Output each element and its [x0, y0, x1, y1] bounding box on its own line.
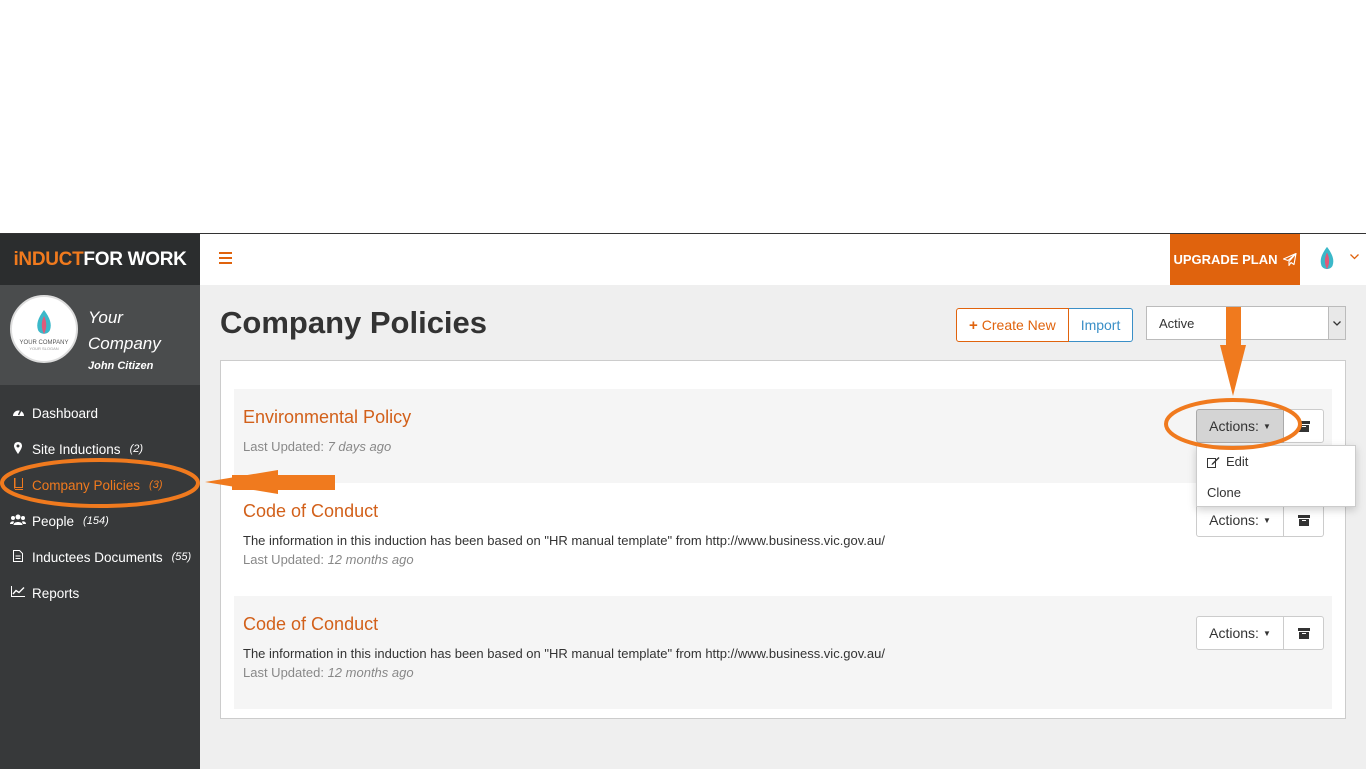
topbar: UPGRADE PLAN	[200, 234, 1366, 285]
users-icon	[10, 514, 26, 528]
page-title: Company Policies	[220, 305, 488, 340]
sidebar-item-company-policies[interactable]: Company Policies (3)	[0, 467, 200, 503]
archive-button[interactable]	[1284, 409, 1324, 443]
archive-button[interactable]	[1284, 503, 1324, 537]
create-new-label: Create New	[981, 317, 1056, 333]
sidebar-item-label: Dashboard	[32, 405, 99, 421]
chevron-down-icon[interactable]	[1350, 252, 1359, 263]
sidebar: iNDUCT FOR WORK YOUR COMPANY YOUR SLOGAN …	[0, 234, 200, 769]
header-button-group: + Create New Import	[956, 308, 1134, 342]
company-logo-icon	[1320, 246, 1334, 270]
sidebar-item-people[interactable]: People (154)	[0, 503, 200, 539]
user-avatar[interactable]	[1310, 242, 1344, 276]
actions-label: Actions:	[1209, 512, 1259, 528]
chart-line-icon	[10, 586, 26, 600]
caret-down-icon: ▼	[1262, 515, 1271, 525]
sidebar-item-label: Inductees Documents	[32, 549, 163, 565]
sidebar-nav: Dashboard Site Inductions (2) Company Po…	[0, 385, 200, 611]
import-label: Import	[1080, 317, 1121, 333]
row-actions: Actions: ▼	[1196, 503, 1324, 537]
row-actions: Actions: ▼	[1196, 409, 1324, 443]
updated-prefix: Last Updated:	[243, 439, 324, 454]
brand-part2: FOR WORK	[83, 248, 187, 270]
policy-updated: Last Updated: 7 days ago	[243, 439, 391, 454]
map-pin-icon	[10, 441, 26, 457]
sidebar-item-inductees-documents[interactable]: Inductees Documents (55)	[0, 539, 200, 575]
edit-icon	[1207, 456, 1220, 468]
updated-value: 12 months ago	[327, 665, 414, 680]
list-item: Environmental Policy Last Updated: 7 day…	[234, 389, 1332, 483]
create-new-button[interactable]: + Create New	[956, 308, 1069, 342]
sidebar-item-label: Reports	[32, 585, 80, 601]
sidebar-item-reports[interactable]: Reports	[0, 575, 200, 611]
caret-down-icon: ▼	[1262, 421, 1271, 431]
sidebar-item-label: Site Inductions	[32, 441, 121, 457]
company-avatar[interactable]: YOUR COMPANY YOUR SLOGAN	[10, 295, 78, 363]
archive-icon	[1297, 627, 1310, 639]
app-window: iNDUCT FOR WORK YOUR COMPANY YOUR SLOGAN …	[0, 233, 1366, 769]
actions-dropdown-button[interactable]: Actions: ▼	[1196, 409, 1284, 443]
status-filter-select[interactable]: Active	[1146, 306, 1346, 340]
archive-button[interactable]	[1284, 616, 1324, 650]
policy-updated: Last Updated: 12 months ago	[243, 552, 414, 567]
brand-part1: iNDUCT	[13, 248, 84, 270]
caret-down-icon: ▼	[1262, 628, 1271, 638]
profile-panel: YOUR COMPANY YOUR SLOGAN Your Company Jo…	[0, 285, 200, 385]
dropdown-item-clone[interactable]: Clone	[1197, 477, 1355, 508]
main-content: Company Policies + Create New Import Act…	[200, 285, 1366, 769]
updated-prefix: Last Updated:	[243, 665, 324, 680]
edit-label: Edit	[1226, 454, 1249, 469]
brand-logo[interactable]: iNDUCT FOR WORK	[0, 234, 200, 285]
policy-description: The information in this induction has be…	[243, 646, 885, 661]
policy-description: The information in this induction has be…	[243, 533, 885, 548]
list-item: Code of Conduct The information in this …	[234, 596, 1332, 709]
chevron-down-icon	[1328, 307, 1345, 339]
sidebar-item-count: (55)	[171, 551, 192, 563]
list-item: Code of Conduct The information in this …	[234, 483, 1332, 596]
sidebar-item-label: Company Policies	[32, 477, 141, 493]
sidebar-item-label: People	[32, 513, 75, 529]
document-icon	[10, 549, 26, 565]
dropdown-item-edit[interactable]: Edit	[1197, 446, 1355, 477]
actions-dropdown-button[interactable]: Actions: ▼	[1196, 503, 1284, 537]
sidebar-item-dashboard[interactable]: Dashboard	[0, 395, 200, 431]
archive-icon	[1297, 514, 1310, 526]
archive-icon	[1297, 420, 1310, 432]
avatar-slogan-text: YOUR SLOGAN	[29, 345, 59, 351]
company-name: Your Company	[88, 305, 161, 357]
upgrade-plan-label: UPGRADE PLAN	[1173, 252, 1278, 267]
policy-title[interactable]: Code of Conduct	[243, 501, 378, 522]
row-actions: Actions: ▼	[1196, 616, 1324, 650]
actions-dropdown-button[interactable]: Actions: ▼	[1196, 616, 1284, 650]
status-filter-value: Active	[1159, 315, 1195, 331]
upgrade-plan-button[interactable]: UPGRADE PLAN	[1170, 234, 1300, 285]
policy-updated: Last Updated: 12 months ago	[243, 665, 414, 680]
book-icon	[10, 477, 26, 493]
updated-value: 12 months ago	[327, 552, 414, 567]
policy-title[interactable]: Environmental Policy	[243, 407, 411, 428]
updated-prefix: Last Updated:	[243, 552, 324, 567]
import-button[interactable]: Import	[1068, 308, 1134, 342]
hamburger-menu-icon[interactable]	[219, 252, 232, 264]
paper-plane-icon	[1282, 253, 1297, 266]
actions-label: Actions:	[1209, 418, 1259, 434]
user-name: John Citizen	[88, 360, 154, 372]
updated-value: 7 days ago	[327, 439, 392, 454]
sidebar-item-site-inductions[interactable]: Site Inductions (2)	[0, 431, 200, 467]
actions-label: Actions:	[1209, 625, 1259, 641]
clone-label: Clone	[1207, 485, 1241, 500]
company-name-line1: Your	[88, 308, 123, 327]
sidebar-item-count: (3)	[149, 479, 163, 491]
company-logo-icon	[37, 309, 51, 334]
plus-icon: +	[969, 316, 978, 334]
sidebar-item-count: (2)	[129, 443, 144, 455]
dashboard-icon	[10, 406, 26, 420]
company-name-line2: Company	[88, 334, 161, 353]
policy-title[interactable]: Code of Conduct	[243, 614, 378, 635]
actions-dropdown-menu: Edit Clone	[1196, 445, 1356, 507]
sidebar-item-count: (154)	[83, 515, 109, 527]
policies-panel: Environmental Policy Last Updated: 7 day…	[220, 360, 1346, 719]
